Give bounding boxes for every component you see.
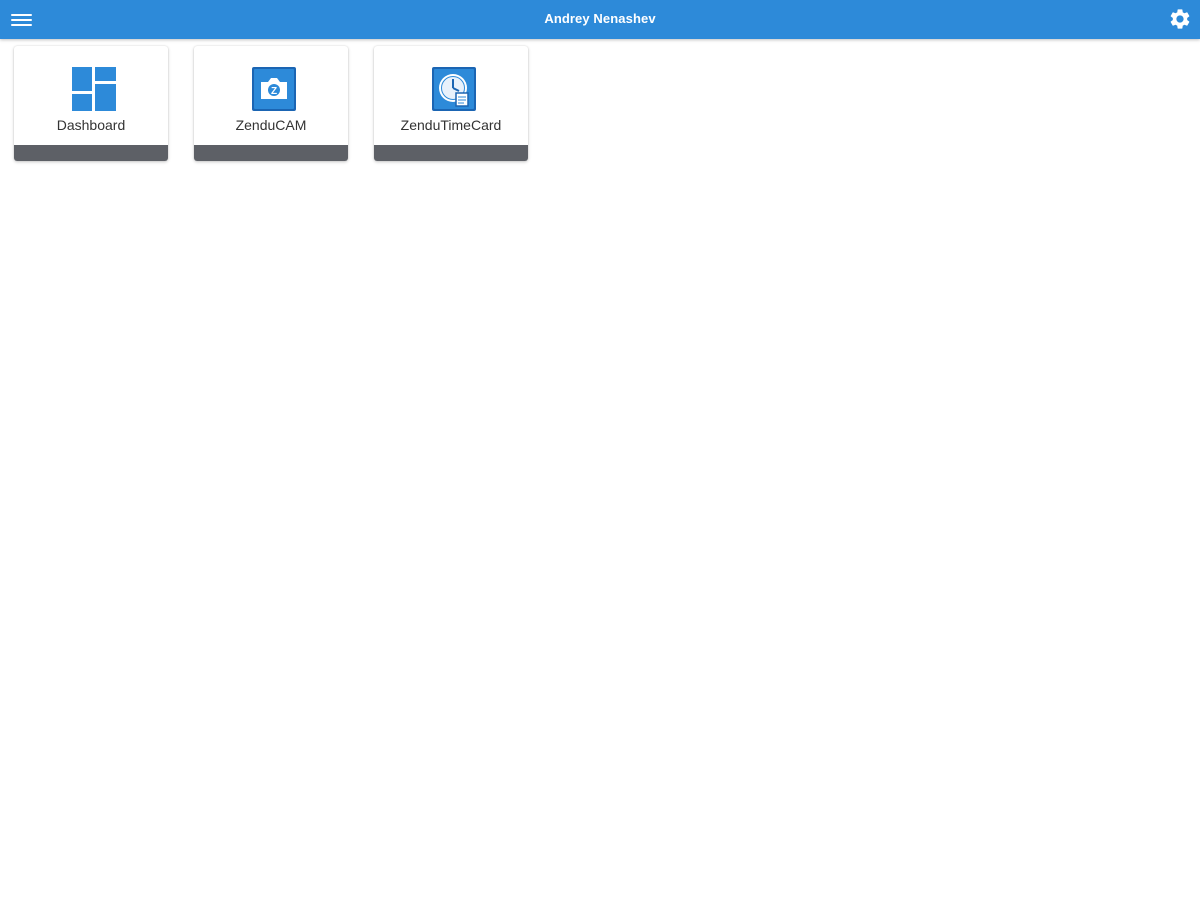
settings-button[interactable] <box>1168 7 1192 31</box>
svg-text:Z: Z <box>271 86 277 97</box>
gear-icon <box>1170 9 1190 29</box>
app-tile-zenducam[interactable]: Z ZenduCAM <box>194 46 348 161</box>
zendutimecard-icon <box>432 67 476 111</box>
app-tile-zendutimecard[interactable]: ZenduTimeCard <box>374 46 528 161</box>
zenducam-icon: Z <box>252 67 296 111</box>
app-tile-label: Dashboard <box>56 117 126 133</box>
dashboard-icon <box>72 67 116 111</box>
app-tile-footer <box>14 145 168 161</box>
app-title: Andrey Nenashev <box>544 11 656 26</box>
app-tile-dashboard[interactable]: Dashboard <box>14 46 168 161</box>
app-bar: Andrey Nenashev <box>0 0 1200 39</box>
app-tile-footer <box>194 145 348 161</box>
app-tile-label: ZenduTimeCard <box>400 117 502 133</box>
app-tile-label: ZenduCAM <box>235 117 307 133</box>
app-tile-footer <box>374 145 528 161</box>
